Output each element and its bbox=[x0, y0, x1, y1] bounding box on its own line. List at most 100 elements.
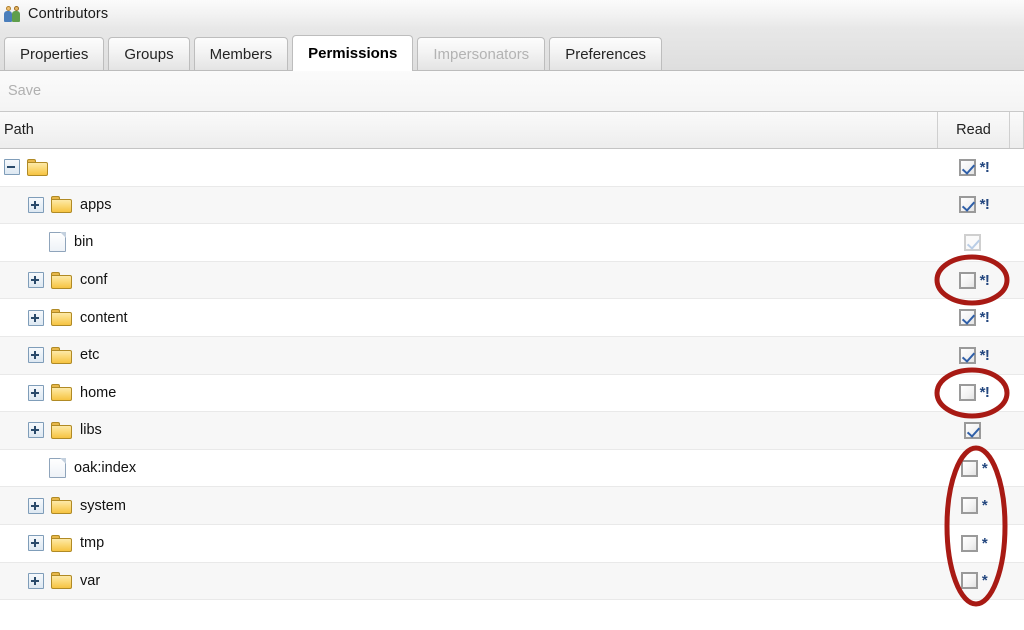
row-path-cell: etc bbox=[0, 346, 938, 364]
row-path-label: etc bbox=[80, 347, 100, 364]
row-read-cell bbox=[938, 233, 1010, 251]
permission-marker: *! bbox=[979, 384, 990, 402]
tree-expand-icon[interactable] bbox=[28, 384, 44, 401]
row-read-cell: *! bbox=[938, 384, 1010, 402]
row-path-cell: tmp bbox=[0, 534, 938, 552]
row-path-label: content bbox=[80, 309, 128, 326]
read-permission-checkbox[interactable] bbox=[958, 309, 976, 327]
folder-icon bbox=[51, 497, 72, 515]
tab-properties[interactable]: Properties bbox=[4, 37, 105, 70]
table-row[interactable]: content *! bbox=[0, 299, 1024, 337]
tree-expand-icon[interactable] bbox=[28, 309, 44, 326]
read-permission-checkbox[interactable] bbox=[958, 384, 976, 402]
row-path-label: libs bbox=[80, 422, 102, 439]
row-path-cell bbox=[0, 158, 938, 176]
row-read-cell: * bbox=[938, 497, 1010, 515]
folder-icon bbox=[51, 384, 72, 402]
tree-collapse-icon[interactable] bbox=[4, 159, 20, 176]
tree-expand-icon[interactable] bbox=[28, 347, 44, 364]
row-path-label: oak:index bbox=[74, 460, 137, 477]
table-row[interactable]: var * bbox=[0, 562, 1024, 601]
folder-icon bbox=[51, 196, 72, 214]
table-row[interactable]: system * bbox=[0, 487, 1024, 525]
permission-marker: * bbox=[981, 534, 988, 552]
row-read-cell: * bbox=[938, 534, 1010, 552]
row-path-cell: apps bbox=[0, 196, 938, 214]
column-header-read[interactable]: Read bbox=[938, 112, 1010, 148]
column-header-path[interactable]: Path bbox=[0, 112, 938, 148]
save-button: Save bbox=[8, 83, 42, 99]
row-path-cell: system bbox=[0, 497, 938, 515]
tree-expand-icon[interactable] bbox=[28, 497, 44, 514]
read-permission-checkbox[interactable] bbox=[960, 459, 978, 477]
permission-marker: * bbox=[981, 459, 988, 477]
row-path-cell: bin bbox=[0, 232, 938, 253]
row-path-label: system bbox=[80, 497, 126, 514]
table-row[interactable]: conf *! bbox=[0, 261, 1024, 300]
table-row[interactable]: apps *! bbox=[0, 186, 1024, 225]
folder-icon bbox=[51, 271, 72, 289]
folder-icon bbox=[51, 346, 72, 364]
folder-icon bbox=[27, 158, 48, 176]
read-permission-checkbox[interactable] bbox=[960, 572, 978, 590]
permission-marker: * bbox=[981, 572, 988, 590]
folder-icon bbox=[51, 534, 72, 552]
read-permission-checkbox[interactable] bbox=[960, 497, 978, 515]
permissions-grid-body: *! apps *! bin conf *! content *! etc *! home *! lib… bbox=[0, 149, 1024, 630]
tab-members[interactable]: Members bbox=[193, 37, 289, 70]
read-permission-checkbox[interactable] bbox=[958, 271, 976, 289]
window-titlebar: Contributors bbox=[0, 0, 1024, 27]
tab-strip: Properties Groups Members Permissions Im… bbox=[0, 27, 1024, 71]
table-row[interactable]: oak:index * bbox=[0, 449, 1024, 488]
row-path-cell: home bbox=[0, 384, 938, 402]
tab-preferences[interactable]: Preferences bbox=[549, 37, 663, 70]
table-row[interactable]: etc *! bbox=[0, 336, 1024, 375]
permissions-grid-header: Path Read bbox=[0, 112, 1024, 149]
action-toolbar: Save bbox=[0, 71, 1024, 112]
row-read-cell: * bbox=[938, 459, 1010, 477]
tab-groups[interactable]: Groups bbox=[108, 37, 190, 70]
row-read-cell bbox=[938, 421, 1010, 439]
permission-marker: *! bbox=[979, 346, 990, 364]
row-path-label: apps bbox=[80, 196, 112, 213]
row-path-cell: content bbox=[0, 309, 938, 327]
permission-marker: *! bbox=[979, 196, 990, 214]
permission-marker: *! bbox=[979, 271, 990, 289]
tree-expand-icon[interactable] bbox=[28, 535, 44, 552]
folder-icon bbox=[51, 421, 72, 439]
read-permission-checkbox[interactable] bbox=[963, 421, 981, 439]
row-path-label: var bbox=[80, 572, 101, 589]
table-row[interactable]: tmp * bbox=[0, 524, 1024, 563]
column-header-next-truncated[interactable] bbox=[1010, 112, 1024, 148]
row-read-cell: *! bbox=[938, 309, 1010, 327]
row-path-cell: conf bbox=[0, 271, 938, 289]
table-row[interactable]: home *! bbox=[0, 374, 1024, 413]
row-read-cell: *! bbox=[938, 196, 1010, 214]
read-permission-checkbox[interactable] bbox=[958, 196, 976, 214]
table-row[interactable]: *! bbox=[0, 149, 1024, 187]
row-path-cell: libs bbox=[0, 421, 938, 439]
row-read-cell: * bbox=[938, 572, 1010, 590]
row-path-cell: var bbox=[0, 572, 938, 590]
permission-marker: *! bbox=[979, 158, 990, 176]
tree-expand-icon[interactable] bbox=[28, 422, 44, 439]
table-row[interactable]: bin bbox=[0, 224, 1024, 262]
tab-permissions[interactable]: Permissions bbox=[292, 35, 414, 71]
read-permission-checkbox bbox=[963, 233, 981, 251]
read-permission-checkbox[interactable] bbox=[958, 346, 976, 364]
tree-expand-icon[interactable] bbox=[28, 196, 44, 213]
tree-expand-icon[interactable] bbox=[28, 572, 44, 589]
read-permission-checkbox[interactable] bbox=[958, 158, 976, 176]
row-path-label: tmp bbox=[80, 535, 105, 552]
table-row[interactable]: libs bbox=[0, 412, 1024, 450]
row-path-label: home bbox=[80, 384, 117, 401]
row-read-cell: *! bbox=[938, 346, 1010, 364]
row-path-label: bin bbox=[74, 234, 94, 251]
tree-expand-icon[interactable] bbox=[28, 272, 44, 289]
file-icon bbox=[49, 232, 66, 253]
file-icon bbox=[49, 458, 66, 479]
row-path-label: conf bbox=[80, 272, 108, 289]
row-read-cell: *! bbox=[938, 158, 1010, 176]
read-permission-checkbox[interactable] bbox=[960, 534, 978, 552]
